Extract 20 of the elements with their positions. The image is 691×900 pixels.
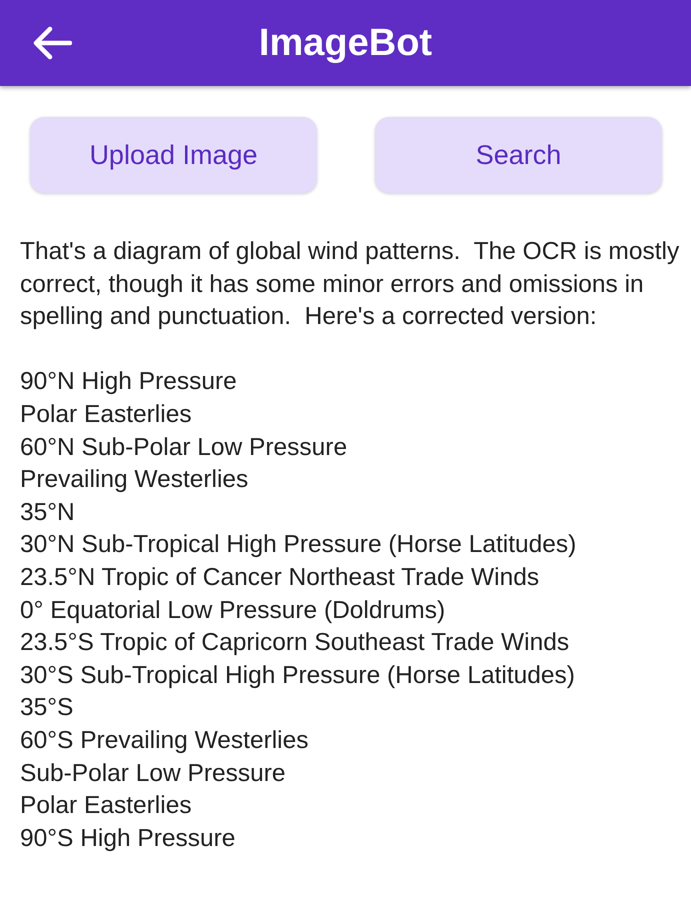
response-line: 35°S bbox=[20, 693, 74, 724]
response-paragraph: That's a diagram of global wind patterns. The OCR is mostly correct, though it has some minor errors and omissions in spelling and punctuation. Here's a corrected version: bbox=[20, 237, 680, 332]
response-line: 23.5°S Tropic of Capricorn Southeast Trade Winds bbox=[20, 628, 570, 658]
response-line: Polar Easterlies bbox=[20, 400, 193, 430]
back-arrow-icon bbox=[32, 26, 72, 60]
response-line: 35°N bbox=[20, 498, 76, 528]
response-line: 90°N High Pressure bbox=[20, 367, 238, 398]
response-line: 0° Equatorial Low Pressure (Doldrums) bbox=[20, 596, 446, 626]
response-line: 60°S Prevailing Westerlies bbox=[20, 726, 310, 756]
action-button[interactable]: Search bbox=[375, 117, 662, 193]
response-line: Prevailing Westerlies bbox=[20, 465, 250, 496]
response-line: 30°N Sub-Tropical High Pressure (Horse Latitudes) bbox=[20, 530, 578, 560]
response-line: 30°S Sub-Tropical High Pressure (Horse Latitudes) bbox=[20, 660, 576, 691]
response-line: 60°N Sub-Polar Low Pressure bbox=[20, 432, 348, 463]
action-button[interactable]: Upload Image bbox=[30, 117, 317, 193]
response-line: Polar Easterlies bbox=[20, 791, 193, 822]
response-line: 90°S High Pressure bbox=[20, 824, 236, 854]
app-title: ImageBot bbox=[258, 22, 432, 64]
response-line: 23.5°N Tropic of Cancer Northeast Trade Winds bbox=[20, 562, 540, 593]
response-line: Sub-Polar Low Pressure bbox=[20, 758, 287, 788]
